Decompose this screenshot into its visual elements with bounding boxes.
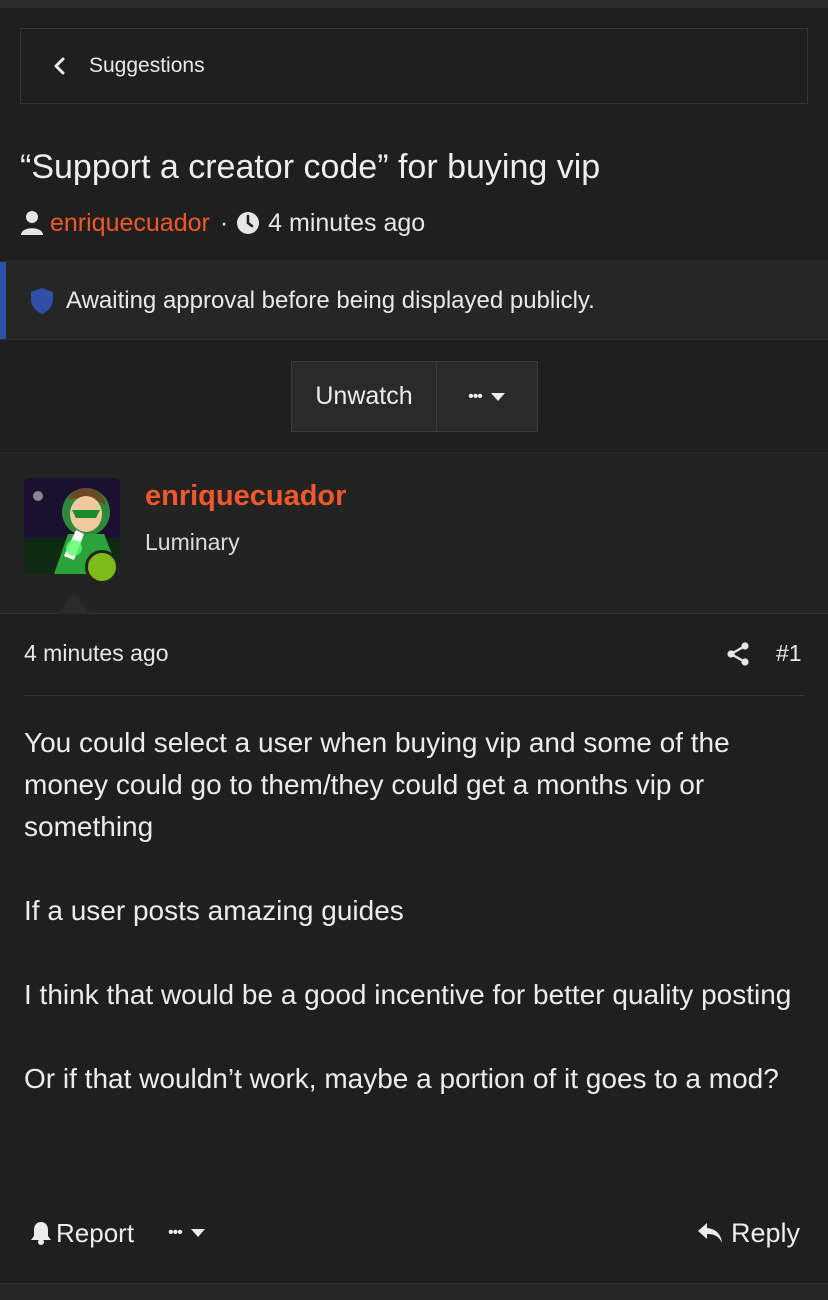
post-more-button[interactable]: ••• (168, 1210, 206, 1256)
caret-down-icon (190, 1229, 205, 1237)
report-button[interactable]: Report (30, 1210, 134, 1256)
post-time-link[interactable]: 4 minutes ago (24, 640, 168, 667)
post-paragraph: I think that would be a good incentive f… (24, 979, 792, 1010)
post-paragraph: If a user posts amazing guides (24, 895, 404, 926)
online-status-indicator (85, 550, 119, 584)
top-bar (0, 0, 828, 8)
bell-icon (31, 1222, 51, 1245)
ellipsis-icon: ••• (168, 1224, 183, 1241)
thread-time: 4 minutes ago (268, 208, 426, 237)
breadcrumb-label: Suggestions (89, 54, 205, 77)
post-paragraph: Or if that wouldn’t work, maybe a portio… (24, 1063, 779, 1094)
thread-title: “Support a creator code” for buying vip (20, 148, 601, 186)
reply-label: Reply (730, 1217, 800, 1248)
post-paragraph: You could select a user when buying vip … (24, 727, 730, 842)
ellipsis-icon: ••• (468, 387, 483, 405)
shield-icon (31, 287, 53, 314)
breadcrumb-back[interactable]: Suggestions (20, 28, 808, 104)
thread-meta: enriquecuador · 4 minutes ago (20, 205, 425, 241)
post-pointer (58, 592, 90, 614)
post-body: You could select a user when buying vip … (24, 722, 804, 1142)
reply-icon (697, 1223, 722, 1243)
post-user-block (0, 453, 828, 614)
report-label: Report (56, 1217, 135, 1248)
chevron-left-icon (54, 57, 65, 75)
caret-down-icon (490, 392, 505, 401)
post-username-link[interactable]: enriquecuador (145, 480, 346, 513)
user-title: Luminary (145, 529, 240, 555)
post-divider (24, 695, 804, 696)
thread-author-link[interactable]: enriquecuador (50, 209, 210, 238)
unwatch-button[interactable]: Unwatch (292, 362, 437, 431)
post-number-link[interactable]: #1 (776, 640, 802, 667)
bottom-divider (0, 1283, 828, 1300)
clock-icon (237, 212, 260, 234)
reply-button[interactable]: Reply (697, 1210, 800, 1256)
post-footer-actions: Report ••• Reply (0, 1210, 828, 1256)
notice-accent-bar (0, 262, 6, 339)
thread-more-button[interactable]: ••• (437, 362, 537, 431)
thread-action-group: Unwatch ••• (291, 361, 538, 432)
share-icon[interactable] (726, 642, 750, 666)
user-icon (21, 211, 43, 235)
approval-text: Awaiting approval before being displayed… (66, 286, 595, 314)
meta-separator: · (219, 208, 229, 237)
approval-notice: Awaiting approval before being displayed… (0, 261, 828, 340)
